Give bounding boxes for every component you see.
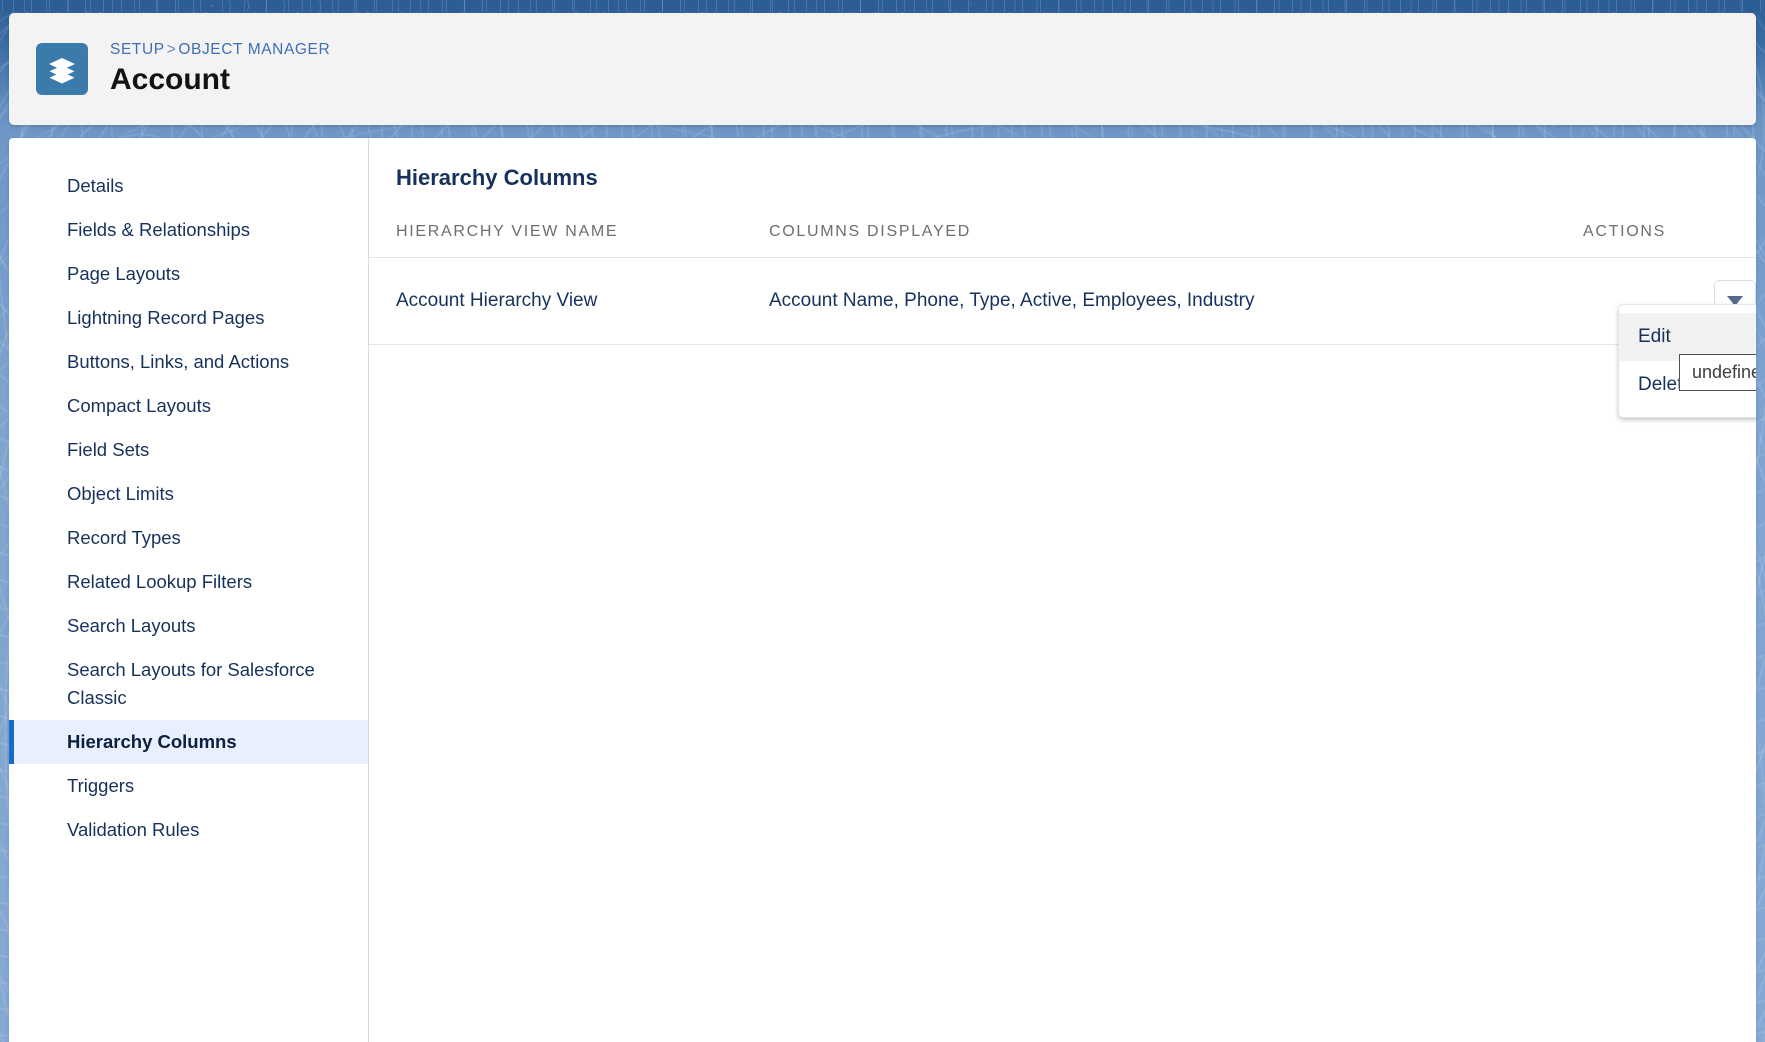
sidebar-item-label: Details — [67, 175, 124, 196]
sidebar-item-label: Page Layouts — [67, 263, 181, 284]
sidebar-item-record-types[interactable]: Record Types — [9, 516, 368, 560]
sidebar-item-triggers[interactable]: Triggers — [9, 764, 368, 808]
column-header-actions: ACTIONS — [1556, 217, 1756, 258]
tooltip: undefined — [1679, 354, 1756, 391]
breadcrumb-setup-link[interactable]: SETUP — [110, 41, 165, 58]
sidebar-item-label: Validation Rules — [67, 819, 200, 840]
breadcrumb-object-manager-link[interactable]: OBJECT MANAGER — [178, 41, 330, 58]
sidebar-item-buttons-links-actions[interactable]: Buttons, Links, and Actions — [9, 340, 368, 384]
content-pane: Hierarchy Columns HIERARCHY VIEW NAME CO… — [369, 138, 1756, 1042]
hierarchy-columns-table: HIERARCHY VIEW NAME COLUMNS DISPLAYED AC… — [369, 217, 1756, 345]
table-header-row: HIERARCHY VIEW NAME COLUMNS DISPLAYED AC… — [369, 217, 1756, 258]
sidebar-item-search-layouts[interactable]: Search Layouts — [9, 604, 368, 648]
sidebar-item-compact-layouts[interactable]: Compact Layouts — [9, 384, 368, 428]
table-row: Account Hierarchy View Account Name, Pho… — [369, 257, 1756, 345]
menu-item-label: Edit — [1638, 326, 1671, 347]
column-header-columns-displayed: COLUMNS DISPLAYED — [742, 217, 1556, 258]
sidebar-item-label: Compact Layouts — [67, 395, 211, 416]
sidebar-item-details[interactable]: Details — [9, 164, 368, 208]
sidebar-item-label: Search Layouts for Salesforce Classic — [67, 659, 315, 708]
column-header-hierarchy-view-name: HIERARCHY VIEW NAME — [369, 217, 742, 258]
sidebar-item-label: Record Types — [67, 527, 181, 548]
sidebar-item-label: Search Layouts — [67, 615, 196, 636]
page-header: SETUP > OBJECT MANAGER Account — [9, 13, 1756, 125]
sidebar-item-label: Lightning Record Pages — [67, 307, 265, 328]
sidebar-item-fields-relationships[interactable]: Fields & Relationships — [9, 208, 368, 252]
sidebar-item-lightning-record-pages[interactable]: Lightning Record Pages — [9, 296, 368, 340]
stacked-layers-icon — [36, 43, 88, 95]
page-title: Account — [110, 62, 230, 96]
sidebar-item-label: Triggers — [67, 775, 135, 796]
sidebar-item-validation-rules[interactable]: Validation Rules — [9, 808, 368, 852]
tooltip-text: undefined — [1692, 362, 1756, 382]
sidebar-item-search-layouts-salesforce-classic[interactable]: Search Layouts for Salesforce Classic — [9, 648, 368, 720]
sidebar-item-label: Fields & Relationships — [67, 219, 251, 240]
breadcrumb-separator: > — [166, 40, 177, 58]
sidebar-item-label: Related Lookup Filters — [67, 571, 253, 592]
header-text-block: SETUP > OBJECT MANAGER Account — [110, 40, 330, 99]
cell-columns-displayed: Account Name, Phone, Type, Active, Emplo… — [742, 257, 1556, 345]
sidebar-item-page-layouts[interactable]: Page Layouts — [9, 252, 368, 296]
sidebar-item-label: Hierarchy Columns — [67, 731, 237, 752]
breadcrumb: SETUP > OBJECT MANAGER — [110, 40, 330, 60]
sidebar-item-label: Field Sets — [67, 439, 150, 460]
sidebar-item-label: Buttons, Links, and Actions — [67, 351, 290, 372]
sidebar-item-label: Object Limits — [67, 483, 174, 504]
sidebar-item-field-sets[interactable]: Field Sets — [9, 428, 368, 472]
sidebar-item-related-lookup-filters[interactable]: Related Lookup Filters — [9, 560, 368, 604]
section-title: Hierarchy Columns — [396, 165, 598, 190]
object-manager-sidebar: Details Fields & Relationships Page Layo… — [9, 138, 369, 1042]
sidebar-item-hierarchy-columns[interactable]: Hierarchy Columns — [9, 720, 368, 764]
main-panel: Details Fields & Relationships Page Layo… — [9, 138, 1756, 1042]
cell-hierarchy-view-name: Account Hierarchy View — [369, 257, 742, 345]
page-background-top-strip — [0, 0, 1765, 12]
sidebar-item-object-limits[interactable]: Object Limits — [9, 472, 368, 516]
